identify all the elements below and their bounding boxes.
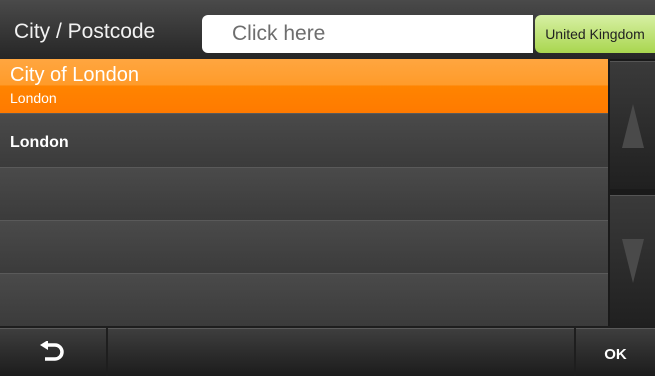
- search-input[interactable]: [202, 15, 533, 53]
- page-title: City / Postcode: [14, 20, 156, 43]
- scrollbar[interactable]: [608, 59, 655, 326]
- footer-bar: OK: [0, 326, 655, 376]
- list-item-name: London: [10, 134, 69, 151]
- scroll-down-button[interactable]: [610, 195, 655, 326]
- arrow-up-icon: [621, 103, 644, 148]
- country-button[interactable]: United Kingdom: [535, 15, 655, 53]
- list-item-subtitle: London: [10, 90, 57, 106]
- arrow-down-icon: [621, 239, 644, 283]
- back-button[interactable]: [0, 328, 106, 376]
- list-item[interactable]: [0, 273, 608, 326]
- ok-button[interactable]: OK: [576, 328, 655, 376]
- list-item-selected[interactable]: City of London London: [0, 59, 608, 113]
- list-item[interactable]: London: [0, 113, 608, 167]
- search-box[interactable]: [202, 15, 533, 53]
- scroll-up-button[interactable]: [610, 61, 655, 189]
- list-item[interactable]: [0, 167, 608, 220]
- ok-label: OK: [604, 346, 627, 363]
- list-item[interactable]: [0, 220, 608, 273]
- header-bar: City / Postcode United Kingdom: [0, 0, 655, 59]
- results-list: City of London London London: [0, 59, 608, 326]
- list-item-name: City of London: [10, 64, 139, 86]
- footer-spacer: [108, 328, 574, 376]
- back-arrow-icon: [40, 340, 64, 361]
